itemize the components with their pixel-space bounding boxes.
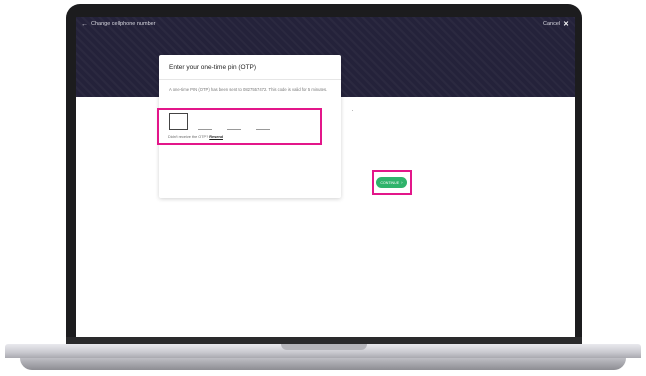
top-bar: ← Change cellphone number Cancel ✕	[76, 17, 575, 31]
arrow-left-icon: ←	[81, 20, 88, 28]
laptop-frame: ← Change cellphone number Cancel ✕ Enter…	[0, 0, 646, 376]
card-divider	[159, 79, 341, 80]
otp-input-highlight	[157, 108, 322, 145]
cancel-label: Cancel	[543, 21, 561, 27]
otp-instructions: A one-time PIN (OTP) has been sent to 08…	[169, 87, 328, 92]
cancel-button[interactable]: Cancel ✕	[543, 20, 569, 28]
continue-highlight	[372, 170, 412, 195]
change-cellphone-link[interactable]: ← Change cellphone number	[81, 20, 156, 28]
laptop-base-front	[20, 358, 626, 370]
screen-bezel-bottom	[66, 337, 582, 344]
back-label: Change cellphone number	[91, 21, 156, 27]
laptop-notch	[281, 344, 367, 350]
close-icon: ✕	[563, 20, 569, 28]
card-title: Enter your one-time pin (OTP)	[169, 64, 257, 71]
stray-dot	[352, 110, 353, 111]
